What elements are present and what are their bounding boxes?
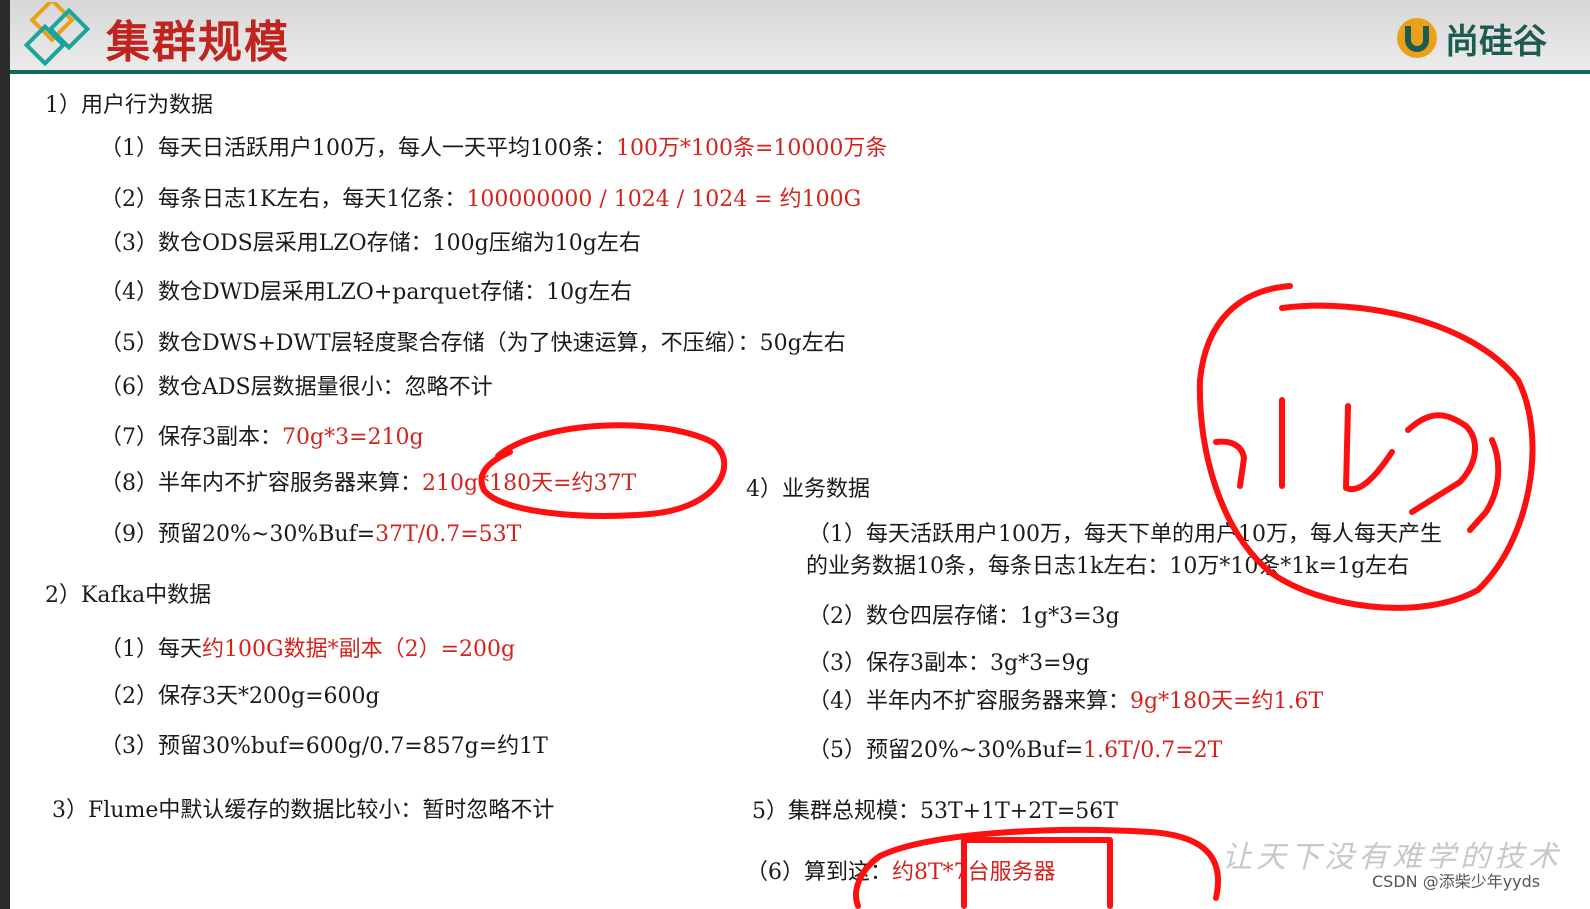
item-label: （7）保存3副本： (100, 425, 282, 450)
item-highlight: 1.6T/0.7=2T (1083, 738, 1223, 763)
section4-item-3: （3）保存3副本：3g*3=9g (808, 650, 1090, 678)
item-highlight: 37T/0.7=53T (375, 522, 522, 547)
item-label: （9）预留20%~30%Buf= (100, 522, 376, 547)
section4-item-5: （5）预留20%~30%Buf=1.6T/0.7=2T (808, 737, 1222, 765)
item-label: （4）半年内不扩容服务器来算： (808, 689, 1130, 714)
section3-heading: 3）Flume中默认缓存的数据比较小：暂时忽略不计 (52, 798, 555, 823)
item-highlight: 9g*180天=约1.6T (1130, 689, 1324, 714)
section4-item-1a: （1）每天活跃用户100万，每天下单的用户10万，每人每天产生 (808, 521, 1442, 549)
item-highlight: 70g*3=210g (282, 425, 424, 450)
section1-item-2: （2）每条日志1K左右，每天1亿条：100000000 / 1024 / 102… (100, 186, 861, 214)
item-highlight: 100万*100条=10000万条 (615, 136, 888, 161)
item-label: 的业务数据10条，每条日志1k左右：10万*10条*1k=1g左右 (806, 554, 1410, 579)
page-title: 集群规模 (106, 17, 290, 68)
section4-heading: 4）业务数据 (746, 477, 870, 502)
item-label: （2）每条日志1K左右，每天1亿条： (100, 187, 467, 212)
handwritten-one (1213, 397, 1285, 489)
section2-heading: 2）Kafka中数据 (45, 583, 212, 608)
item-label: （2）数仓四层存储：1g*3=3g (808, 604, 1120, 629)
item-label: （3）预留30%buf=600g/0.7=857g=约1T (100, 734, 548, 759)
section1-item-5: （5）数仓DWS+DWT层轻度聚合存储（为了快速运算，不压缩）：50g左右 (100, 330, 846, 358)
section2-item-1: （1）每天约100G数据*副本（2）=200g (100, 636, 515, 664)
item-label: （8）半年内不扩容服务器来算： (100, 471, 422, 496)
item-label: （5）数仓DWS+DWT层轻度聚合存储（为了快速运算，不压缩）：50g左右 (100, 331, 846, 356)
section1-item-4: （4）数仓DWD层采用LZO+parquet存储：10g左右 (100, 279, 632, 307)
item-label: （1）每天 (100, 637, 202, 662)
left-edge-bar (0, 0, 10, 909)
item-label: （6）算到这： (746, 860, 892, 885)
handwritten-yue (1343, 403, 1502, 533)
item-label: （3）保存3副本：3g*3=9g (808, 651, 1090, 676)
section6-line: （6）算到这：约8T*7台服务器 (746, 859, 1056, 887)
item-label: （1）每天活跃用户100万，每天下单的用户10万，每人每天产生 (808, 522, 1442, 547)
section1-item-3: （3）数仓ODS层采用LZO存储：100g压缩为10g左右 (100, 230, 641, 258)
brand-name: 尚硅谷 (1445, 21, 1547, 62)
header-divider (10, 70, 1590, 74)
section1-item-7: （7）保存3副本：70g*3=210g (100, 424, 424, 452)
section1-heading: 1）用户行为数据 (45, 93, 213, 118)
section1-item-6: （6）数仓ADS层数据量很小：忽略不计 (100, 374, 493, 402)
section4-item-2: （2）数仓四层存储：1g*3=3g (808, 603, 1120, 631)
section2-item-3: （3）预留30%buf=600g/0.7=857g=约1T (100, 733, 548, 761)
section2-item-2: （2）保存3天*200g=600g (100, 683, 380, 711)
section4-item-1b: 的业务数据10条，每条日志1k左右：10万*10条*1k=1g左右 (806, 553, 1409, 581)
item-label: （5）预留20%~30%Buf= (808, 738, 1084, 763)
csdn-credit: CSDN @添柴少年yyds (1368, 868, 1545, 892)
item-highlight: 100000000 / 1024 / 1024 = 约100G (466, 187, 862, 212)
section1-item-9: （9）预留20%~30%Buf=37T/0.7=53T (100, 521, 521, 549)
item-label: （6）数仓ADS层数据量很小：忽略不计 (100, 375, 493, 400)
section5-heading: 5）集群总规模：53T+1T+2T=56T (752, 799, 1118, 824)
item-label: （2）保存3天*200g=600g (100, 684, 380, 709)
item-highlight: 约100G数据*副本（2）=200g (202, 637, 516, 662)
item-label: （1）每天日活跃用户100万，每人一天平均100条： (100, 136, 616, 161)
item-label: （3）数仓ODS层采用LZO存储：100g压缩为10g左右 (100, 231, 641, 256)
diamond-logo-icon (23, 2, 91, 67)
item-label: （4）数仓DWD层采用LZO+parquet存储：10g左右 (100, 280, 633, 305)
item-highlight: 约8T*7台服务器 (892, 860, 1056, 885)
section1-item-8: （8）半年内不扩容服务器来算：210g*180天=约37T (100, 470, 636, 498)
brand-logo: 尚硅谷 (1395, 14, 1547, 62)
section1-item-1: （1）每天日活跃用户100万，每人一天平均100条：100万*100条=1000… (100, 135, 887, 163)
u-logo-icon (1397, 18, 1437, 58)
item-highlight: 210g*180天=约37T (422, 471, 637, 496)
section4-item-4: （4）半年内不扩容服务器来算：9g*180天=约1.6T (808, 688, 1323, 716)
